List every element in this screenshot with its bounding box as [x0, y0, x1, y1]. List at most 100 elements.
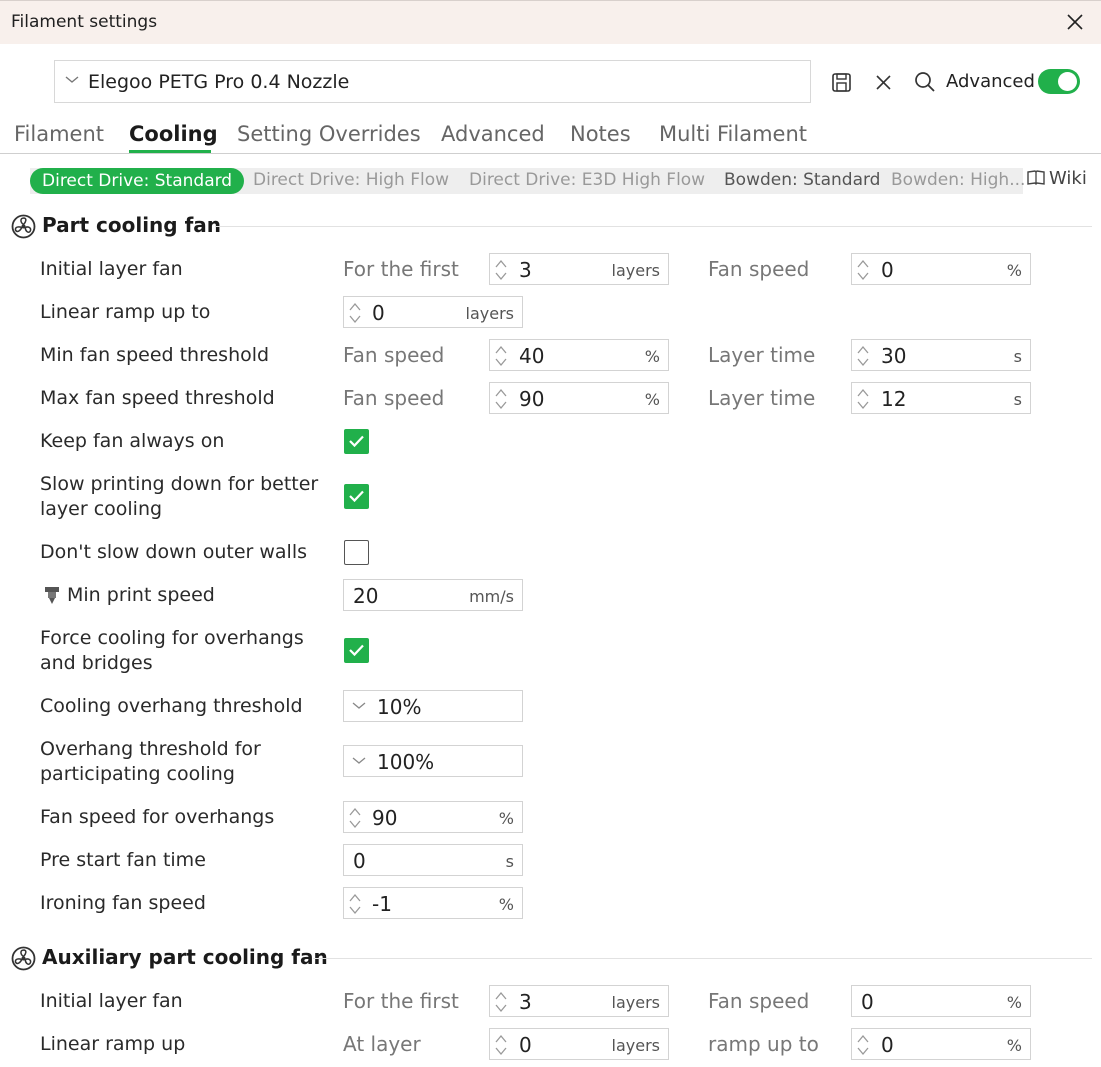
spinner-arrows-icon[interactable]	[347, 299, 363, 327]
checkmark-icon	[348, 434, 365, 448]
participating-cooling-threshold-dropdown[interactable]: 100%	[343, 745, 523, 777]
field-value: 0	[353, 849, 366, 873]
label-max-fan-speed-threshold: Max fan speed threshold	[40, 387, 275, 409]
discard-icon[interactable]	[871, 68, 897, 96]
tab-multi-filament[interactable]: Multi Filament	[659, 122, 807, 146]
section-title-part-cooling-fan: Part cooling fan	[42, 213, 222, 237]
preset-dropdown[interactable]: Elegoo PETG Pro 0.4 Nozzle	[54, 60, 811, 103]
spinner-arrows-icon[interactable]	[347, 804, 363, 832]
min-layer-time-input[interactable]: 30 s	[851, 339, 1031, 371]
spinner-arrows-icon[interactable]	[855, 1031, 871, 1059]
section-divider	[313, 958, 1092, 959]
cooling-overhang-threshold-dropdown[interactable]: 10%	[343, 690, 523, 722]
search-icon[interactable]	[912, 68, 938, 96]
dont-slow-down-outer-walls-checkbox[interactable]	[344, 540, 369, 565]
subtab-direct-drive-high-flow[interactable]: Direct Drive: High Flow	[253, 170, 449, 190]
force-cooling-checkbox[interactable]	[344, 638, 369, 663]
field-unit: layers	[465, 304, 514, 323]
label-fan-speed-for-overhangs: Fan speed for overhangs	[40, 806, 275, 828]
spinner-arrows-icon[interactable]	[855, 385, 871, 413]
spinner-arrows-icon[interactable]	[493, 1031, 509, 1059]
field-value: 0	[861, 990, 874, 1014]
sublabel-fan-speed: Fan speed	[708, 989, 810, 1013]
spinner-arrows-icon[interactable]	[493, 342, 509, 370]
tab-filament[interactable]: Filament	[14, 122, 104, 146]
subtab-bowden-high[interactable]: Bowden: High...	[891, 170, 1025, 190]
slow-printing-down-checkbox[interactable]	[344, 484, 369, 509]
field-value: 0	[881, 258, 894, 282]
spinner-arrows-icon[interactable]	[347, 890, 363, 918]
pre-start-fan-time-input[interactable]: 0 s	[343, 844, 523, 876]
field-unit: %	[498, 895, 514, 914]
label-overhang-threshold-participating: Overhang threshold for participating cool…	[40, 738, 261, 785]
tabs-divider	[0, 153, 1101, 154]
aux-ramp-up-to-input[interactable]: 0 %	[851, 1028, 1031, 1060]
max-fan-speed-input[interactable]: 90 %	[489, 382, 669, 414]
keep-fan-always-on-checkbox[interactable]	[344, 429, 369, 454]
title-bar: Filament settings	[0, 0, 1101, 44]
aux-initial-layer-fan-layers-input[interactable]: 3 layers	[489, 985, 669, 1017]
book-icon	[1027, 170, 1045, 185]
spinner-arrows-icon[interactable]	[493, 385, 509, 413]
ironing-fan-speed-input[interactable]: -1 %	[343, 887, 523, 919]
label-keep-fan-always-on: Keep fan always on	[40, 430, 225, 452]
field-value: 100%	[377, 750, 435, 774]
label-force-cooling: Force cooling for overhangs and bridges	[40, 627, 304, 674]
field-value: 0	[372, 301, 385, 325]
field-unit: %	[644, 347, 660, 366]
max-layer-time-input[interactable]: 12 s	[851, 382, 1031, 414]
initial-layer-fan-layers-input[interactable]: 3 layers	[489, 253, 669, 285]
label-aux-linear-ramp-up: Linear ramp up	[40, 1033, 186, 1055]
field-unit: %	[1006, 261, 1022, 280]
save-icon[interactable]	[829, 68, 855, 96]
tab-notes[interactable]: Notes	[570, 122, 631, 146]
field-unit: layers	[611, 1036, 660, 1055]
checkmark-icon	[348, 643, 365, 657]
advanced-toggle[interactable]	[1038, 69, 1080, 94]
label-pre-start-fan-time: Pre start fan time	[40, 849, 206, 871]
wiki-link[interactable]: Wiki	[1026, 168, 1087, 189]
field-unit: s	[505, 852, 514, 871]
aux-ramp-at-layer-input[interactable]: 0 layers	[489, 1028, 669, 1060]
field-value: 0	[519, 1033, 532, 1057]
linear-ramp-layers-input[interactable]: 0 layers	[343, 296, 523, 328]
label-initial-layer-fan: Initial layer fan	[40, 258, 183, 280]
subtab-bowden-standard[interactable]: Bowden: Standard	[724, 170, 880, 190]
spinner-arrows-icon[interactable]	[493, 988, 509, 1016]
sublabel-at-layer: At layer	[343, 1032, 421, 1056]
min-fan-speed-input[interactable]: 40 %	[489, 339, 669, 371]
chevron-down-icon	[352, 702, 366, 710]
close-icon[interactable]	[1061, 7, 1089, 37]
tab-advanced[interactable]: Advanced	[441, 122, 545, 146]
subtab-direct-drive-e3d[interactable]: Direct Drive: E3D High Flow	[469, 170, 705, 190]
sublabel-fan-speed: Fan speed	[708, 257, 810, 281]
label-cooling-overhang-threshold: Cooling overhang threshold	[40, 695, 303, 717]
aux-initial-layer-fan-speed-input[interactable]: 0 %	[851, 985, 1031, 1017]
label-ironing-fan-speed: Ironing fan speed	[40, 892, 206, 914]
field-unit: %	[498, 809, 514, 828]
label-dont-slow-down-outer-walls: Don't slow down outer walls	[40, 541, 307, 563]
field-value: 0	[881, 1033, 894, 1057]
label-slow-printing-down: Slow printing down for better layer cooli…	[40, 473, 319, 520]
spinner-arrows-icon[interactable]	[855, 342, 871, 370]
section-divider	[215, 226, 1092, 227]
field-value: 10%	[377, 695, 422, 719]
tab-setting-overrides[interactable]: Setting Overrides	[237, 122, 421, 146]
initial-layer-fan-speed-input[interactable]: 0 %	[851, 253, 1031, 285]
field-unit: s	[1013, 390, 1022, 409]
field-value: 30	[881, 344, 907, 368]
tab-cooling[interactable]: Cooling	[129, 122, 218, 146]
label-aux-initial-layer-fan: Initial layer fan	[40, 990, 183, 1012]
subtab-direct-drive-standard[interactable]: Direct Drive: Standard	[30, 168, 245, 194]
fan-speed-for-overhangs-input[interactable]: 90 %	[343, 801, 523, 833]
nozzle-icon	[45, 587, 59, 604]
field-value: 90	[519, 387, 545, 411]
min-print-speed-input[interactable]: 20 mm/s	[343, 579, 523, 611]
field-value: 40	[519, 344, 545, 368]
field-value: 90	[372, 806, 398, 830]
field-unit: %	[1006, 1036, 1022, 1055]
field-unit: layers	[611, 993, 660, 1012]
spinner-arrows-icon[interactable]	[493, 256, 509, 284]
sublabel-ramp-up-to: ramp up to	[708, 1032, 819, 1056]
spinner-arrows-icon[interactable]	[855, 256, 871, 284]
